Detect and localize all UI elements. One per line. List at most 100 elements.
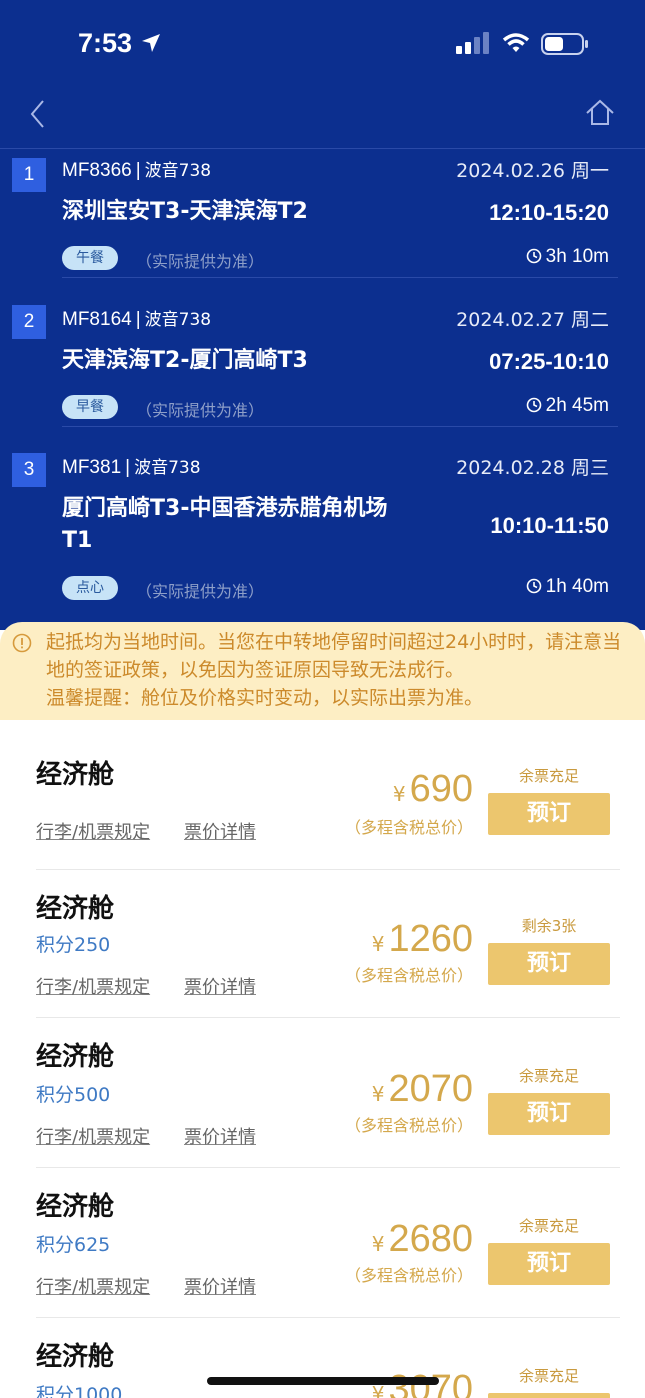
flight-date: 2024.02.26 周一 — [456, 160, 609, 182]
flight-summary-panel: 7:53 1 MF8366 | 波音738 2024.02.26 周一 深圳宝安T3… — [0, 0, 645, 630]
points: 积分625 — [36, 1234, 111, 1256]
flight-date: 2024.02.28 周三 — [456, 457, 609, 479]
ticket-availability: 余票充足 — [518, 767, 579, 785]
location-arrow-icon — [140, 32, 162, 58]
battery-icon — [541, 33, 589, 59]
segment-number: 2 — [12, 305, 46, 339]
duration-value: 3h 10m — [545, 246, 609, 267]
price: ¥2070 — [372, 1068, 473, 1111]
notice-text: 起抵均为当地时间。当您在中转地停留时间超过24小时时，请注意当地的签证政策，以免… — [46, 631, 622, 681]
fare-details-link[interactable]: 票价详情 — [184, 818, 256, 844]
book-button[interactable]: 预订 — [488, 793, 610, 835]
cabin-class: 经济舱 — [36, 1042, 115, 1072]
flight-info: MF381 | 波音738 — [62, 457, 201, 478]
route: 天津滨海T2-厦门高崎T3 — [62, 348, 308, 373]
segment-divider — [62, 277, 618, 278]
fare-details-link[interactable]: 票价详情 — [184, 973, 256, 999]
notice-reminder: 温馨提醒：舱位及价格实时变动，以实际出票为准。 — [46, 687, 484, 709]
clock-icon — [526, 397, 541, 413]
flight-date: 2024.02.27 周二 — [456, 309, 609, 331]
price: ¥2680 — [372, 1218, 473, 1261]
clock-icon — [526, 248, 541, 264]
route: 深圳宝安T3-天津滨海T2 — [62, 199, 308, 224]
segment-number: 3 — [12, 453, 46, 487]
currency-symbol: ¥ — [371, 932, 385, 956]
price-value: 690 — [409, 768, 473, 810]
currency-symbol: ¥ — [371, 1232, 385, 1256]
baggage-rules-link[interactable]: 行李/机票规定 — [36, 1273, 150, 1299]
flight-number: MF381 — [62, 457, 122, 478]
segment-number: 1 — [12, 158, 46, 192]
points: 积分1000 — [36, 1384, 123, 1398]
book-button[interactable]: 预订 — [488, 1093, 610, 1135]
nav-bar — [0, 90, 645, 149]
flight-number: MF8366 — [62, 160, 132, 181]
price: ¥1260 — [372, 918, 473, 961]
price-note: （多程含税总价） — [344, 1116, 473, 1135]
home-indicator[interactable] — [207, 1377, 439, 1385]
info-icon — [12, 633, 32, 661]
status-time: 7:53 — [78, 28, 133, 58]
currency-symbol: ¥ — [371, 1082, 385, 1106]
duration: 3h 10m — [526, 246, 609, 268]
status-bar: 7:53 — [0, 0, 645, 90]
book-button[interactable]: 预订 — [488, 943, 610, 985]
baggage-rules-link[interactable]: 行李/机票规定 — [36, 1123, 150, 1149]
flight-times: 10:10-11:50 — [490, 513, 609, 538]
book-button[interactable]: 预订 — [488, 1393, 610, 1398]
meal-badge: 早餐 — [62, 395, 118, 419]
wifi-icon — [502, 32, 530, 58]
cellular-signal-icon — [456, 32, 492, 58]
cabin-class: 经济舱 — [36, 1192, 115, 1222]
fare-details-link[interactable]: 票价详情 — [184, 1123, 256, 1149]
fare-card: 经济舱 积分250 行李/机票规定 票价详情 ¥1260 （多程含税总价） 剩余… — [0, 868, 645, 1018]
price-note: （多程含税总价） — [344, 1266, 473, 1285]
route-line-1: 厦门高崎T3-中国香港赤腊角机场 — [62, 496, 388, 521]
aircraft-type: 波音738 — [144, 310, 212, 330]
fare-details-link[interactable]: 票价详情 — [184, 1273, 256, 1299]
price-value: 2070 — [388, 1068, 473, 1110]
aircraft-type: 波音738 — [134, 458, 201, 478]
segment-divider — [62, 426, 618, 427]
fare-card: 经济舱 行李/机票规定 票价详情 ¥690 （多程含税总价） 余票充足 预订 — [0, 720, 645, 870]
flight-number: MF8164 — [62, 309, 132, 330]
meal-badge: 午餐 — [62, 246, 118, 270]
book-button[interactable]: 预订 — [488, 1243, 610, 1285]
ticket-availability: 余票充足 — [518, 1067, 579, 1085]
flight-times: 07:25-10:10 — [489, 349, 609, 374]
price-value: 2680 — [388, 1218, 473, 1260]
duration-value: 1h 40m — [545, 576, 609, 597]
meal-note: （实际提供为准） — [136, 582, 265, 601]
duration: 1h 40m — [526, 576, 609, 598]
points: 积分500 — [36, 1084, 111, 1106]
meal-badge: 点心 — [62, 576, 118, 600]
home-icon[interactable] — [585, 98, 615, 132]
fare-card: 经济舱 积分625 行李/机票规定 票价详情 ¥2680 （多程含税总价） 余票… — [0, 1168, 645, 1318]
duration: 2h 45m — [526, 395, 609, 417]
flight-times: 12:10-15:20 — [489, 200, 609, 225]
aircraft-type: 波音738 — [144, 161, 212, 181]
flight-info: MF8164 | 波音738 — [62, 309, 212, 330]
price-value: 1260 — [388, 918, 473, 960]
cabin-class: 经济舱 — [36, 1342, 115, 1372]
ticket-availability: 剩余3张 — [521, 917, 577, 935]
fare-card: 经济舱 积分500 行李/机票规定 票价详情 ¥2070 （多程含税总价） 余票… — [0, 1018, 645, 1168]
ticket-availability: 余票充足 — [518, 1367, 579, 1385]
points: 积分250 — [36, 934, 111, 956]
notice-banner: 起抵均为当地时间。当您在中转地停留时间超过24小时时，请注意当地的签证政策，以免… — [0, 622, 645, 720]
fare-card: 经济舱 积分1000 ¥3070 余票充足 预订 — [0, 1318, 645, 1398]
route-line-2: T1 — [62, 528, 93, 553]
meal-note: （实际提供为准） — [136, 252, 265, 271]
back-chevron-icon[interactable] — [28, 98, 48, 134]
baggage-rules-link[interactable]: 行李/机票规定 — [36, 818, 150, 844]
clock-icon — [526, 578, 541, 594]
cabin-class: 经济舱 — [36, 894, 115, 924]
baggage-rules-link[interactable]: 行李/机票规定 — [36, 973, 150, 999]
meal-note: （实际提供为准） — [136, 401, 265, 420]
ticket-availability: 余票充足 — [518, 1217, 579, 1235]
price: ¥690 — [393, 768, 473, 811]
price-note: （多程含税总价） — [344, 966, 473, 985]
route: 厦门高崎T3-中国香港赤腊角机场 T1 — [62, 493, 442, 557]
currency-symbol: ¥ — [392, 782, 406, 806]
cabin-class: 经济舱 — [36, 760, 115, 790]
